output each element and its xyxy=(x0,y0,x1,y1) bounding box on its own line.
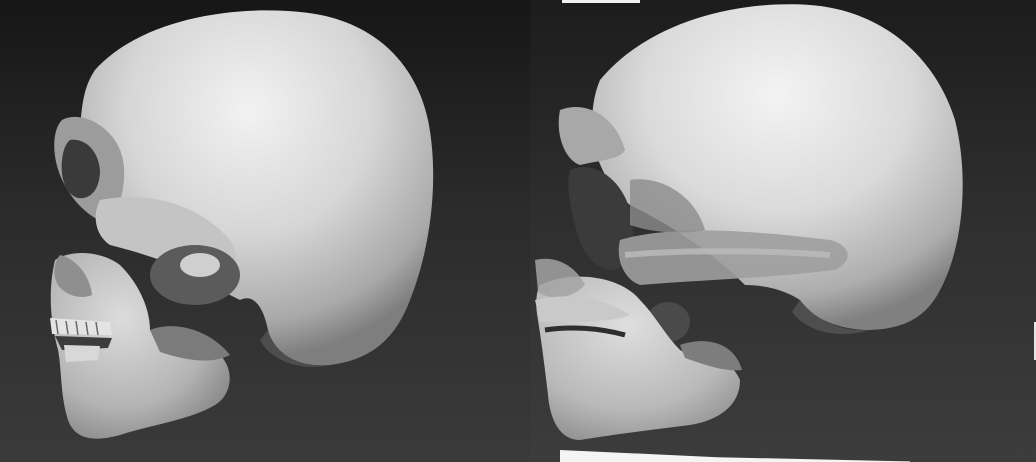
right-render-panel xyxy=(530,0,1036,462)
viewport xyxy=(0,0,1036,462)
top-edge-strip xyxy=(562,0,640,3)
left-render-panel xyxy=(0,0,530,462)
left-skull-illustration xyxy=(50,10,434,439)
left-lower-teeth xyxy=(64,345,100,362)
right-skull-illustration xyxy=(535,4,963,440)
